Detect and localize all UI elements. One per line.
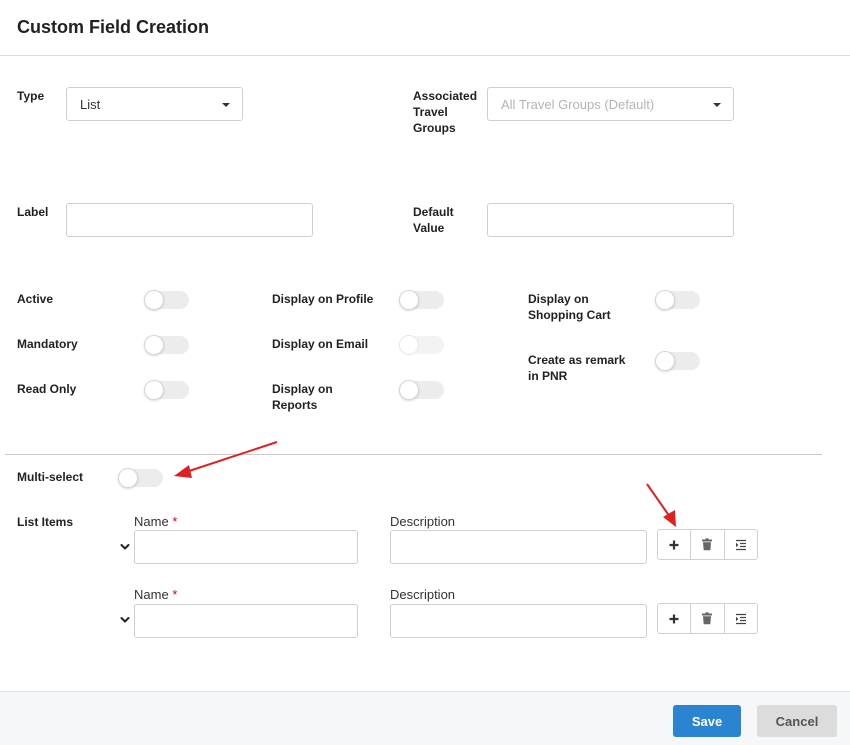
default-value-label: Default Value: [413, 205, 454, 235]
display-profile-toggle[interactable]: [399, 290, 444, 310]
toggle-knob: [399, 380, 419, 400]
plus-icon: [669, 540, 679, 549]
list-item-name-input[interactable]: [134, 530, 358, 564]
toggle-knob: [399, 335, 419, 355]
remark-pnr-toggle[interactable]: [655, 351, 700, 371]
name-field-title: Name *: [134, 514, 177, 529]
indent-row-button[interactable]: [725, 530, 757, 559]
name-field-title: Name *: [134, 587, 177, 602]
list-items-label: List Items: [17, 515, 74, 529]
toggle-knob: [144, 290, 164, 310]
active-toggle[interactable]: [144, 290, 189, 310]
toggle-knob: [144, 380, 164, 400]
travel-groups-placeholder: All Travel Groups (Default): [501, 97, 655, 112]
type-select-value: List: [80, 97, 101, 112]
default-value-input[interactable]: [487, 203, 734, 237]
display-cart-label: Display on Shopping Cart: [528, 292, 611, 322]
chevron-down-icon[interactable]: [119, 541, 131, 553]
section-divider: [5, 454, 822, 455]
type-label: Type: [17, 89, 45, 103]
display-email-toggle[interactable]: [399, 335, 444, 355]
multi-select-label: Multi-select: [17, 470, 84, 484]
save-button[interactable]: Save: [673, 705, 741, 737]
description-label: Description: [390, 514, 456, 529]
toggle-knob: [118, 468, 138, 488]
modal-header: Custom Field Creation: [0, 0, 850, 56]
list-item-description-input[interactable]: [390, 604, 647, 638]
toggle-knob: [655, 351, 675, 371]
annotation-arrow-add: [646, 483, 676, 527]
remark-pnr-label: Create as remark in PNR: [528, 353, 626, 383]
toggle-knob: [399, 290, 419, 310]
mandatory-toggle[interactable]: [144, 335, 189, 355]
trash-icon: [702, 612, 713, 625]
type-select[interactable]: List: [66, 87, 243, 121]
toggle-knob: [655, 290, 675, 310]
row-actions: [657, 529, 758, 560]
list-item-name-input[interactable]: [134, 604, 358, 638]
display-email-label: Display on Email: [272, 337, 369, 351]
annotation-arrow-multiselect: [174, 441, 278, 478]
display-reports-toggle[interactable]: [399, 380, 444, 400]
required-mark: *: [172, 587, 178, 602]
travel-groups-select[interactable]: All Travel Groups (Default): [487, 87, 734, 121]
required-mark: *: [172, 514, 178, 529]
travel-groups-label: Associated Travel Groups: [413, 89, 478, 135]
list-item-description-input[interactable]: [390, 530, 647, 564]
description-label: Description: [390, 587, 456, 602]
label-input[interactable]: [66, 203, 313, 237]
trash-icon: [702, 538, 713, 551]
name-label: Name: [134, 587, 169, 602]
caret-down-icon: [222, 103, 230, 107]
read-only-toggle[interactable]: [144, 380, 189, 400]
display-reports-label: Display on Reports: [272, 382, 333, 412]
name-label: Name: [134, 514, 169, 529]
delete-row-button[interactable]: [691, 604, 725, 633]
toggle-knob: [144, 335, 164, 355]
delete-row-button[interactable]: [691, 530, 725, 559]
display-profile-label: Display on Profile: [272, 292, 374, 306]
cancel-button[interactable]: Cancel: [757, 705, 837, 737]
chevron-down-icon[interactable]: [119, 614, 131, 626]
active-label: Active: [17, 292, 54, 306]
indent-icon: [735, 539, 746, 550]
display-cart-toggle[interactable]: [655, 290, 700, 310]
caret-down-icon: [713, 103, 721, 107]
page-title: Custom Field Creation: [17, 17, 210, 37]
row-actions: [657, 603, 758, 634]
label-field-label: Label: [17, 205, 49, 219]
read-only-label: Read Only: [17, 382, 77, 396]
indent-row-button[interactable]: [725, 604, 757, 633]
mandatory-label: Mandatory: [17, 337, 78, 351]
add-row-button[interactable]: [658, 604, 692, 633]
multi-select-toggle[interactable]: [118, 468, 163, 488]
indent-icon: [735, 613, 746, 624]
plus-icon: [669, 614, 679, 623]
add-row-button[interactable]: [658, 530, 692, 559]
